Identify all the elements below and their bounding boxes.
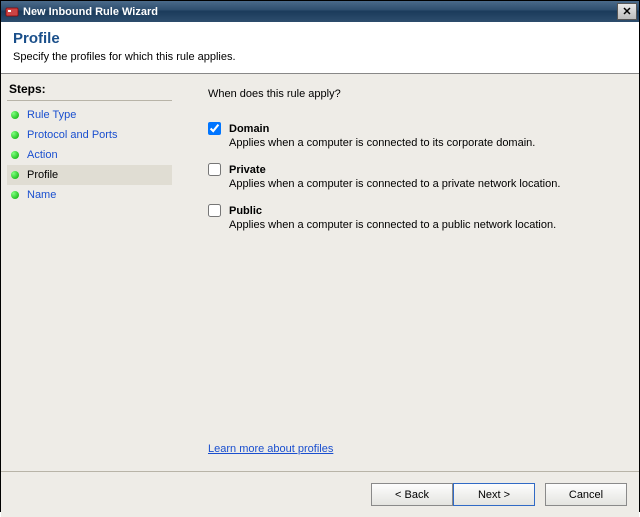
private-description: Applies when a computer is connected to …	[229, 178, 621, 190]
option-private: Private Applies when a computer is conne…	[208, 163, 621, 190]
wizard-body: Steps: Rule Type Protocol and Ports Acti…	[1, 74, 639, 471]
titlebar: New Inbound Rule Wizard ✕	[1, 1, 639, 22]
steps-sidebar: Steps: Rule Type Protocol and Ports Acti…	[1, 74, 178, 471]
close-button[interactable]: ✕	[617, 3, 637, 20]
page-title: Profile	[13, 30, 627, 47]
step-label: Rule Type	[27, 109, 76, 121]
next-button[interactable]: Next >	[453, 483, 535, 506]
back-button[interactable]: < Back	[371, 483, 453, 506]
step-label: Action	[27, 149, 58, 161]
bullet-icon	[11, 171, 19, 179]
content-pane: When does this rule apply? Domain Applie…	[178, 74, 639, 471]
option-public: Public Applies when a computer is connec…	[208, 204, 621, 231]
public-label: Public	[229, 205, 262, 217]
step-action[interactable]: Action	[7, 145, 172, 165]
steps-heading: Steps:	[7, 80, 172, 101]
page-subtitle: Specify the profiles for which this rule…	[13, 51, 627, 63]
step-label: Protocol and Ports	[27, 129, 118, 141]
bullet-icon	[11, 131, 19, 139]
bullet-icon	[11, 111, 19, 119]
step-rule-type[interactable]: Rule Type	[7, 105, 172, 125]
prompt-text: When does this rule apply?	[208, 88, 621, 100]
domain-description: Applies when a computer is connected to …	[229, 137, 621, 149]
close-icon: ✕	[622, 5, 631, 18]
window-title: New Inbound Rule Wizard	[23, 6, 617, 18]
app-icon	[5, 5, 19, 19]
nav-button-group: < Back Next >	[371, 483, 535, 506]
private-label: Private	[229, 164, 266, 176]
step-label: Profile	[27, 169, 58, 181]
wizard-header: Profile Specify the profiles for which t…	[1, 22, 639, 74]
step-protocol-and-ports[interactable]: Protocol and Ports	[7, 125, 172, 145]
step-label: Name	[27, 189, 56, 201]
private-checkbox[interactable]	[208, 163, 221, 176]
option-domain: Domain Applies when a computer is connec…	[208, 122, 621, 149]
public-description: Applies when a computer is connected to …	[229, 219, 621, 231]
domain-label: Domain	[229, 123, 269, 135]
step-profile[interactable]: Profile	[7, 165, 172, 185]
bullet-icon	[11, 191, 19, 199]
domain-checkbox[interactable]	[208, 122, 221, 135]
wizard-footer: < Back Next > Cancel	[1, 471, 639, 517]
public-checkbox[interactable]	[208, 204, 221, 217]
cancel-button[interactable]: Cancel	[545, 483, 627, 506]
learn-more-link[interactable]: Learn more about profiles	[208, 443, 333, 455]
bullet-icon	[11, 151, 19, 159]
step-name[interactable]: Name	[7, 185, 172, 205]
